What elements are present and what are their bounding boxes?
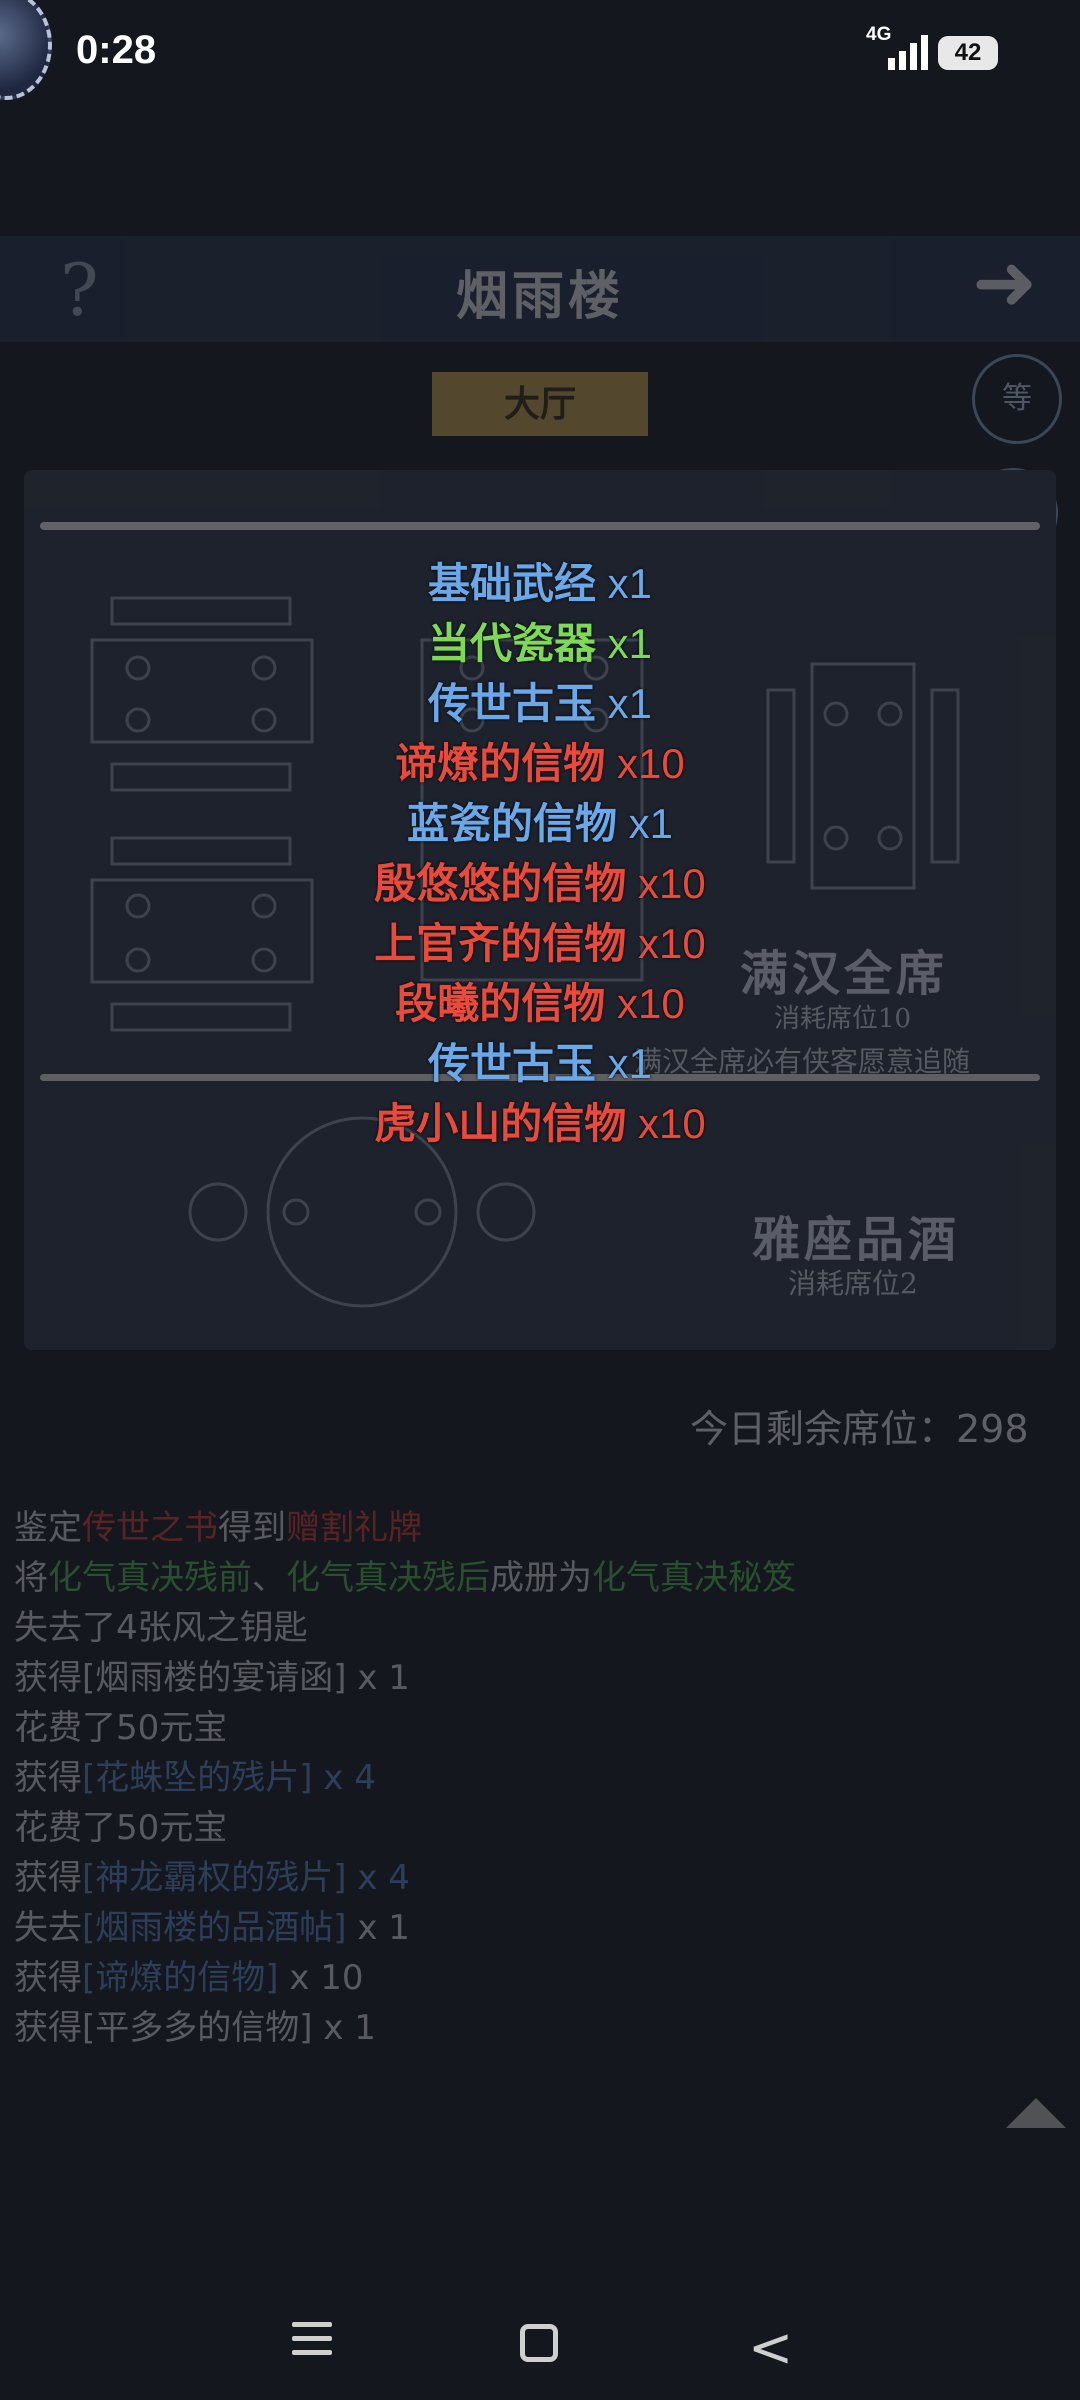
- reward-name: 殷悠悠的信物: [374, 859, 627, 908]
- log-line: 失去了4张风之钥匙: [14, 1600, 1054, 1650]
- log-segment: 化气真决秘笈: [592, 1558, 796, 1598]
- reward-list: 基础武经 x1 当代瓷器 x1 传世古玉 x1 谛燎的信物 x10 蓝瓷的信物 x1 殷悠…: [0, 550, 1080, 1150]
- log-segment: [花蛛坠的残片] x 4: [82, 1758, 376, 1798]
- stool: [476, 1182, 536, 1242]
- log-line: 获得[花蛛坠的残片] x 4: [14, 1750, 1054, 1800]
- reward-item: 传世古玉 x1: [0, 670, 1080, 730]
- log-line: 获得[谛燎的信物] x 10: [14, 1950, 1054, 2000]
- log-segment: 失去: [14, 1908, 82, 1948]
- reward-item: 蓝瓷的信物 x1: [0, 790, 1080, 850]
- log-segment: x 10: [278, 1958, 364, 1998]
- log-segment: 成册为: [490, 1558, 592, 1598]
- log-segment: 失去了4张风之钥匙: [14, 1608, 308, 1648]
- log-segment: 花费了50元宝: [14, 1808, 228, 1848]
- log-segment: 获得: [14, 1958, 82, 1998]
- reward-item: 基础武经 x1: [0, 550, 1080, 610]
- seats-remaining: 今日剩余席位：298: [690, 1407, 1029, 1451]
- reward-qty: x10: [626, 860, 706, 907]
- reward-name: 蓝瓷的信物: [406, 799, 617, 848]
- reward-item: 上官齐的信物 x10: [0, 910, 1080, 970]
- log-line: 花费了50元宝: [14, 1700, 1054, 1750]
- reward-name: 传世古玉: [427, 679, 596, 728]
- log-line: 获得[烟雨楼的宴请函] x 1: [14, 1650, 1054, 1700]
- divider: [40, 522, 1040, 530]
- log-line: 花费了50元宝: [14, 1800, 1054, 1850]
- stool: [188, 1182, 248, 1242]
- log-line: 失去[烟雨楼的品酒帖] x 1: [14, 1900, 1054, 1950]
- reward-qty: x10: [605, 980, 685, 1027]
- log-segment: 、: [252, 1558, 286, 1598]
- reward-name: 段曦的信物: [395, 979, 606, 1028]
- back-icon[interactable]: <: [748, 2316, 793, 2379]
- reward-qty: x10: [626, 920, 706, 967]
- log-line: 获得[神龙霸权的残片] x 4: [14, 1850, 1054, 1900]
- message-log: 鉴定传世之书得到赠割礼牌 将化气真决残前、化气真决残后成册为化气真决秘笈 失去了4张…: [14, 1500, 1054, 2050]
- reward-qty: x10: [626, 1100, 706, 1147]
- log-segment: 获得: [14, 1858, 82, 1898]
- reward-name: 虎小山的信物: [374, 1099, 627, 1148]
- log-segment: 赠割礼牌: [286, 1508, 422, 1548]
- reward-item: 传世古玉 x1: [0, 1030, 1080, 1090]
- triangle-up-icon[interactable]: [1006, 2098, 1066, 2128]
- log-segment: 得到: [218, 1508, 286, 1548]
- table-ya-title[interactable]: 雅座品酒: [752, 1200, 960, 1270]
- log-segment: [烟雨楼的品酒帖]: [82, 1908, 347, 1948]
- log-line: 鉴定传世之书得到赠割礼牌: [14, 1500, 1054, 1550]
- log-segment: 传世之书: [82, 1508, 218, 1548]
- log-line: 将化气真决残前、化气真决残后成册为化气真决秘笈: [14, 1550, 1054, 1600]
- log-segment: 获得[平多多的信物] x 1: [14, 2008, 376, 2048]
- log-segment: [神龙霸权的残片] x 4: [82, 1858, 410, 1898]
- log-segment: [谛燎的信物]: [82, 1958, 279, 1998]
- log-segment: 获得: [14, 1758, 82, 1798]
- table-ya-cost: 消耗席位2: [788, 1267, 918, 1300]
- log-segment: 化气真决残前: [48, 1558, 252, 1598]
- log-segment: 鉴定: [14, 1508, 82, 1548]
- log-segment: 花费了50元宝: [14, 1708, 228, 1748]
- game-screen: ? 烟雨楼 ➜ 大厅 等 详情: [0, 0, 1080, 2400]
- reward-name: 上官齐的信物: [374, 919, 627, 968]
- reward-item: 当代瓷器 x1: [0, 610, 1080, 670]
- reward-item: 殷悠悠的信物 x10: [0, 850, 1080, 910]
- reward-qty: x1: [595, 1040, 653, 1087]
- reward-name: 当代瓷器: [427, 619, 596, 668]
- reward-qty: x1: [616, 800, 674, 847]
- menu-icon[interactable]: [292, 2322, 332, 2364]
- log-segment: 将: [14, 1558, 48, 1598]
- log-segment: 化气真决残后: [286, 1558, 490, 1598]
- reward-item: 虎小山的信物 x10: [0, 1090, 1080, 1150]
- log-segment: 获得[烟雨楼的宴请函] x 1: [14, 1658, 410, 1698]
- reward-qty: x1: [595, 560, 653, 607]
- reward-qty: x1: [595, 680, 653, 727]
- reward-name: 基础武经: [427, 559, 596, 608]
- log-line: 获得[平多多的信物] x 1: [14, 2000, 1054, 2050]
- home-icon[interactable]: [520, 2324, 558, 2362]
- reward-item: 谛燎的信物 x10: [0, 730, 1080, 790]
- reward-qty: x1: [595, 620, 653, 667]
- reward-name: 传世古玉: [427, 1039, 596, 1088]
- log-segment: x 1: [346, 1908, 410, 1948]
- reward-item: 段曦的信物 x10: [0, 970, 1080, 1030]
- reward-qty: x10: [605, 740, 685, 787]
- reward-name: 谛燎的信物: [395, 739, 606, 788]
